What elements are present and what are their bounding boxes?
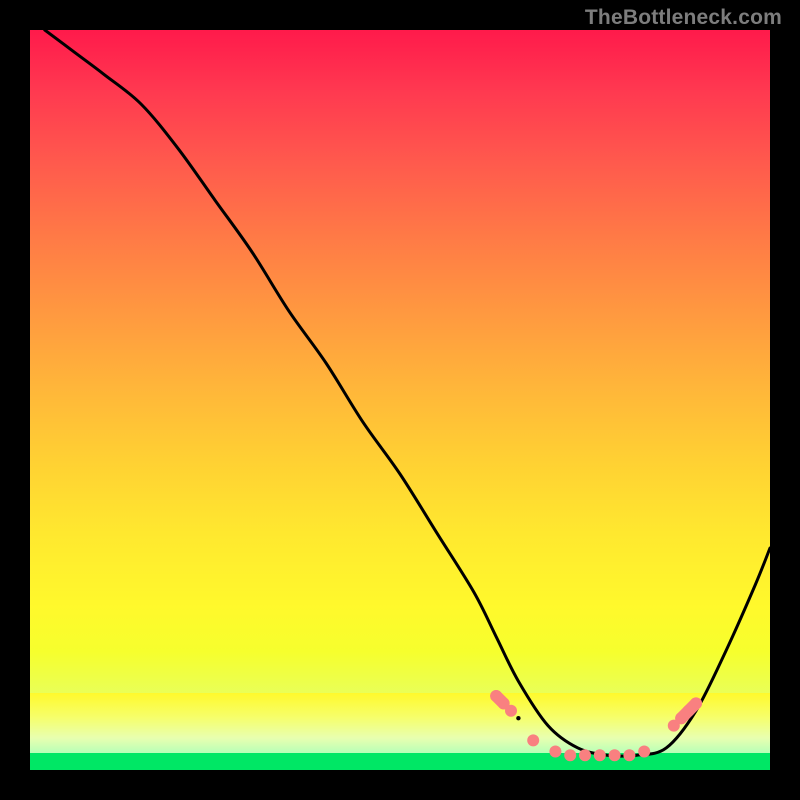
watermark-text: TheBottleneck.com xyxy=(585,6,782,30)
black-dot xyxy=(516,716,520,720)
highlight-dot xyxy=(579,749,591,761)
curve-svg xyxy=(30,30,770,770)
highlight-dot xyxy=(690,697,702,709)
highlight-dot xyxy=(623,749,635,761)
highlight-dot xyxy=(527,734,539,746)
highlight-dots xyxy=(490,690,702,761)
bottleneck-curve xyxy=(45,30,770,756)
chart-frame: TheBottleneck.com xyxy=(0,0,800,800)
highlight-dot xyxy=(638,746,650,758)
highlight-dot xyxy=(609,749,621,761)
plot-area xyxy=(30,30,770,770)
highlight-dot xyxy=(505,705,517,717)
highlight-dot xyxy=(594,749,606,761)
highlight-dot xyxy=(549,746,561,758)
highlight-dot xyxy=(564,749,576,761)
